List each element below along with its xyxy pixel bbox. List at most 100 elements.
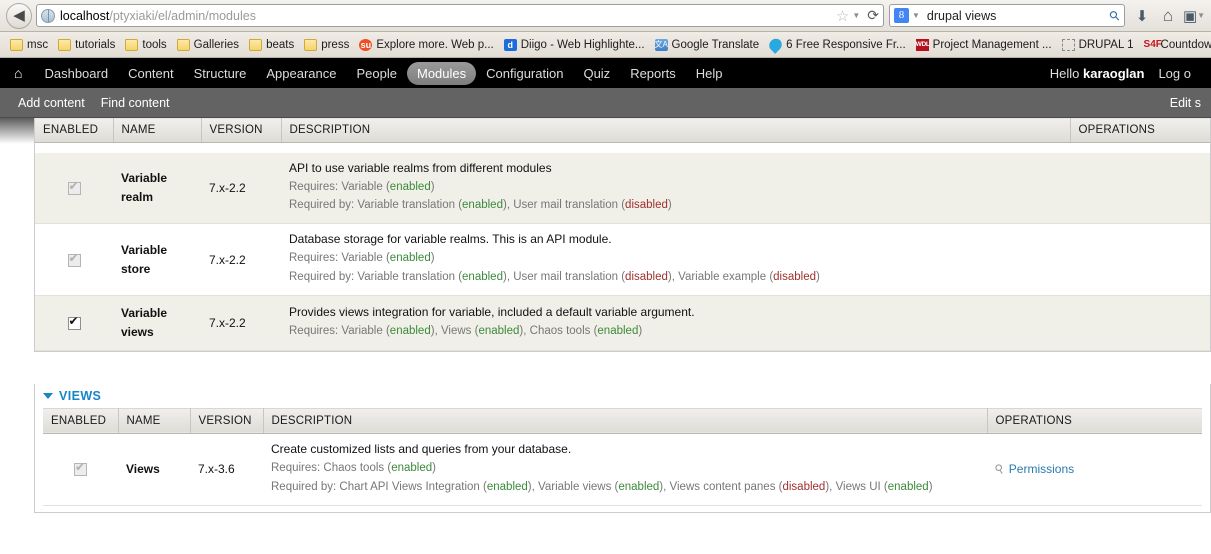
folder-icon xyxy=(304,38,318,51)
admin-menu-help[interactable]: Help xyxy=(686,62,733,85)
column-header-enabled[interactable]: ENABLED xyxy=(35,118,114,143)
cell-operations xyxy=(1070,223,1210,297)
download-icon: ⬇ xyxy=(1135,7,1149,25)
column-header-description[interactable]: DESCRIPTION xyxy=(281,118,1071,143)
url-host: localhost xyxy=(60,8,110,23)
bookmark-label: Diigo - Web Highlighte... xyxy=(520,38,645,51)
section-legend-label: VIEWS xyxy=(59,388,102,403)
module-enabled-checkbox[interactable] xyxy=(67,315,81,331)
home-button[interactable]: ⌂ xyxy=(1155,3,1181,29)
diigo-icon: d xyxy=(503,38,517,51)
bookmark-item[interactable]: S4FCountdown (2012 xyxy=(1139,39,1211,51)
search-engine-chevron-icon[interactable]: ▼ xyxy=(912,11,920,20)
module-enabled-checkbox[interactable] xyxy=(67,180,81,196)
bookmark-item[interactable]: WDL Project Management ... xyxy=(911,38,1057,51)
page-scroll-fade xyxy=(0,118,34,144)
module-enabled-checkbox[interactable] xyxy=(67,252,81,268)
bookmark-label: msc xyxy=(27,38,49,51)
dependency-status: disabled xyxy=(782,480,826,493)
shortcut-find-content[interactable]: Find content xyxy=(93,96,178,110)
bookmark-item[interactable]: DRUPAL 1 xyxy=(1057,38,1139,51)
address-bar[interactable]: localhost/ptyxiaki/el/admin/modules ☆ ▼ … xyxy=(36,4,884,27)
permissions-link[interactable]: Permissions xyxy=(1009,462,1074,476)
column-header-operations[interactable]: OPERATIONS xyxy=(987,407,1202,434)
cell-enabled xyxy=(43,433,118,506)
admin-menu-reports[interactable]: Reports xyxy=(620,62,686,85)
dependency: Chart API Views Integration (enabled) xyxy=(339,480,532,493)
admin-menu-structure[interactable]: Structure xyxy=(184,62,257,85)
collapse-triangle-icon[interactable] xyxy=(43,392,53,399)
table-row: Variablerealm 7.x-2.2 API to use variabl… xyxy=(35,152,1210,225)
cell-description: Database storage for variable realms. Th… xyxy=(281,223,1070,297)
module-required-by: Required by: Variable translation (enabl… xyxy=(289,271,820,284)
column-header-name[interactable]: NAME xyxy=(118,407,191,434)
username[interactable]: karaoglan xyxy=(1083,66,1144,81)
back-button[interactable]: ◀ xyxy=(6,2,32,29)
search-engine-icon[interactable]: 8 xyxy=(894,8,909,23)
folder-icon xyxy=(58,38,72,51)
column-header-version[interactable]: VERSION xyxy=(190,407,264,434)
dependency-status: enabled xyxy=(389,180,431,193)
logout-link[interactable]: Log o xyxy=(1148,62,1201,85)
dependency: Views UI (enabled) xyxy=(835,480,933,493)
cell-name: Views xyxy=(118,433,190,506)
dependency-status: disabled xyxy=(625,199,668,212)
shortcut-add-content[interactable]: Add content xyxy=(10,96,93,110)
admin-menu-appearance[interactable]: Appearance xyxy=(256,62,346,85)
column-header-version[interactable]: VERSION xyxy=(201,118,282,143)
section-legend-views-section[interactable]: VIEWS xyxy=(35,384,1210,408)
search-input-value: drupal views xyxy=(926,8,997,23)
dependency-status: enabled xyxy=(486,480,528,493)
search-input[interactable]: 8 ▼ drupal views ⚲ xyxy=(889,4,1125,27)
module-name: Variable store xyxy=(121,243,168,276)
dependency: User mail translation (disabled) xyxy=(513,271,672,284)
modules-page-body: ENABLED NAME VERSION DESCRIPTION OPERATIONS … xyxy=(0,118,1211,552)
admin-menu-modules[interactable]: Modules xyxy=(406,61,477,85)
dependency: Variable (enabled) xyxy=(341,324,435,337)
module-name: Variable views xyxy=(121,306,168,339)
home-icon[interactable]: ⌂ xyxy=(14,65,22,81)
downloads-button[interactable]: ⬇ xyxy=(1129,3,1155,29)
bookmark-star-icon[interactable]: ☆ xyxy=(836,7,849,25)
address-bar-text: localhost/ptyxiaki/el/admin/modules xyxy=(60,9,256,23)
admin-toolbar-user-area: Hello karaoglan Log o xyxy=(1050,62,1201,85)
edit-shortcuts-link[interactable]: Edit s xyxy=(1170,96,1201,110)
search-icon[interactable]: ⚲ xyxy=(1106,6,1124,24)
bookmark-label: Galleries xyxy=(193,38,240,51)
module-enabled-checkbox[interactable] xyxy=(74,461,87,477)
module-sections: ENABLED NAME VERSION DESCRIPTION OPERATIONS … xyxy=(34,118,1211,513)
chevron-down-icon[interactable]: ▼ xyxy=(852,11,860,20)
module-description: Provides views integration for variable,… xyxy=(289,304,695,319)
admin-menu-quiz[interactable]: Quiz xyxy=(573,62,620,85)
bookmark-item[interactable]: 6 Free Responsive Fr... xyxy=(764,35,911,54)
bookmark-item[interactable]: su Explore more. Web p... xyxy=(354,38,498,51)
dependency-status: disabled xyxy=(625,271,668,284)
admin-menu-dashboard[interactable]: Dashboard xyxy=(34,62,118,85)
column-header-operations[interactable]: OPERATIONS xyxy=(1070,118,1210,143)
address-bar-actions: ☆ ▼ ⟳ xyxy=(836,7,879,25)
bookmarks-menu-button[interactable]: ▣ ▼ xyxy=(1181,3,1207,29)
admin-menu-people[interactable]: People xyxy=(347,62,407,85)
bookmark-item[interactable]: press xyxy=(299,38,354,51)
drupal-admin-toolbar: ⌂ Dashboard Content Structure Appearance Peo… xyxy=(0,58,1211,88)
admin-menu-configuration[interactable]: Configuration xyxy=(476,62,573,85)
column-header-enabled[interactable]: ENABLED xyxy=(43,407,119,434)
bookmark-item[interactable]: Galleries xyxy=(172,38,244,51)
bookmark-item[interactable]: msc xyxy=(5,38,53,51)
admin-menu-content[interactable]: Content xyxy=(118,62,184,85)
module-version: 7.x-2.2 xyxy=(209,315,246,330)
bookmark-item[interactable]: beats xyxy=(244,38,299,51)
table-spacer-row xyxy=(35,142,1210,153)
bookmark-item[interactable]: 文A Google Translate xyxy=(650,38,765,51)
bookmark-item[interactable]: tutorials xyxy=(53,38,120,51)
column-header-name[interactable]: NAME xyxy=(113,118,202,143)
bookmark-item[interactable]: tools xyxy=(120,38,171,51)
cell-name: Variable realm xyxy=(113,152,201,225)
dependency-status: enabled xyxy=(389,252,431,265)
reload-icon[interactable]: ⟳ xyxy=(867,7,879,24)
column-header-description[interactable]: DESCRIPTION xyxy=(263,407,988,434)
key-icon: ⚲ xyxy=(992,460,1007,478)
bookmark-item[interactable]: d Diigo - Web Highlighte... xyxy=(499,38,650,51)
bookmark-label: beats xyxy=(266,38,295,51)
table-row: Views 7.x-3.6 Create customized lists an… xyxy=(43,433,1202,506)
